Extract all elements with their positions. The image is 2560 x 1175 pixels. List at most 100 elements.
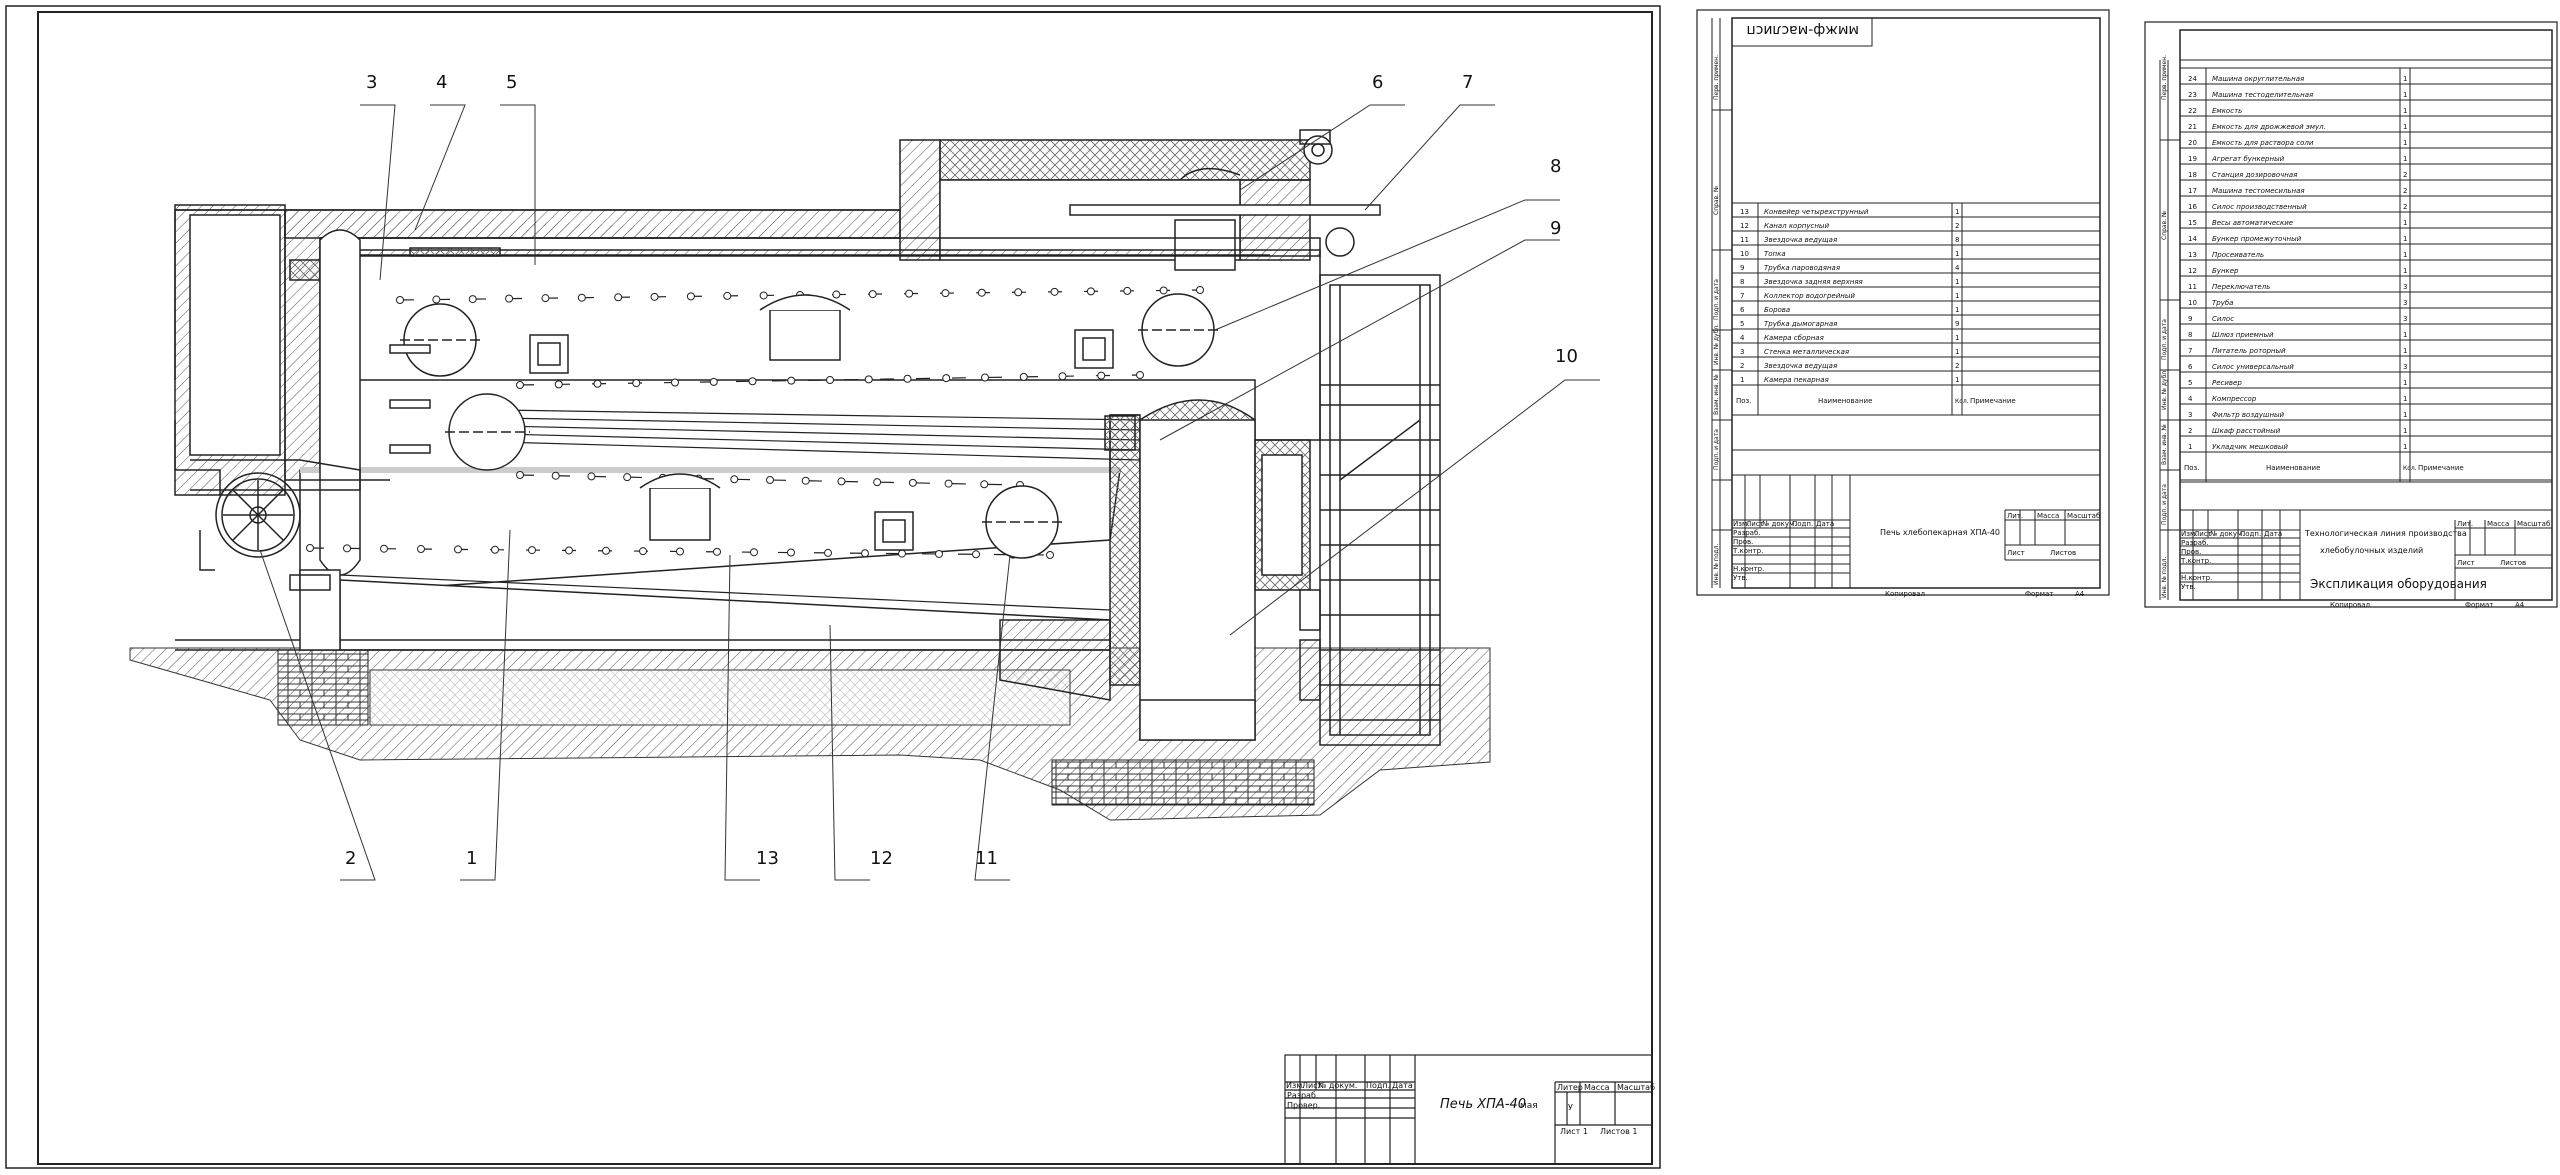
- chain-link: [516, 471, 524, 479]
- table-header-note: Примечание: [1970, 397, 2016, 405]
- table-cell-pos: 9: [1740, 264, 1744, 272]
- spec1-role-1: Разраб.: [1733, 529, 1761, 537]
- table-cell-name: Питатель роторный: [2212, 347, 2286, 355]
- chain-link: [832, 290, 841, 299]
- chain-link: [1123, 286, 1132, 295]
- table-cell-qty: 2: [2403, 203, 2407, 211]
- chain-link: [468, 295, 477, 304]
- table-cell-qty: 2: [2403, 187, 2407, 195]
- chain-link: [614, 293, 623, 302]
- table-cell-qty: 2: [1955, 362, 1959, 370]
- table-cell-pos: 16: [2188, 203, 2197, 211]
- chain-link: [1014, 288, 1023, 297]
- chain-link: [908, 478, 917, 487]
- chain-link: [528, 546, 536, 555]
- table-cell-pos: 2: [2188, 427, 2192, 435]
- table-cell-qty: 3: [2403, 299, 2407, 307]
- spec1-sheet: Лист: [2007, 549, 2025, 557]
- spec2-sheets: Листов: [2500, 559, 2526, 567]
- chain-link: [944, 479, 953, 488]
- chain-link: [491, 545, 499, 554]
- chain-link: [873, 478, 882, 487]
- chain-link: [1046, 551, 1054, 559]
- table-cell-name: Топка: [1764, 250, 1786, 258]
- table-cell-qty: 3: [2403, 315, 2407, 323]
- callout-2: 2: [345, 848, 356, 869]
- chain-link: [602, 546, 610, 555]
- chain-link: [343, 544, 351, 553]
- side-label: Взам. инв. №: [2161, 424, 2168, 465]
- spec1-scale: Масштаб: [2067, 512, 2100, 520]
- chain-link: [380, 544, 388, 553]
- table-cell-pos: 11: [2188, 283, 2197, 291]
- table-cell-pos: 11: [1740, 236, 1749, 244]
- callout-9: 9: [1550, 218, 1561, 239]
- table-cell-pos: 23: [2188, 91, 2197, 99]
- callout-5: 5: [506, 72, 517, 93]
- chain-link: [898, 549, 906, 558]
- main-sheet: 3 4 5 6 7 8 9 10 2 1 13 12 11 Изм. Лист …: [5, 5, 1661, 1169]
- chain-link: [1050, 287, 1059, 296]
- tb-header-date: Дата: [1392, 1081, 1413, 1090]
- side-label: Справ. №: [1713, 186, 1720, 215]
- chain-link: [723, 291, 732, 300]
- spec2-sheet: Лист: [2457, 559, 2475, 567]
- table-cell-name: Звездочка ведущая: [1764, 362, 1837, 370]
- chain-link: [1136, 371, 1144, 379]
- table-cell-pos: 9: [2188, 315, 2192, 323]
- table-cell-name: Компрессор: [2212, 395, 2257, 403]
- spec2-copied: Копировал: [2330, 601, 2370, 609]
- table-cell-qty: 1: [1955, 250, 1959, 258]
- spec1-format: Формат: [2025, 590, 2053, 598]
- table-cell-qty: 2: [2403, 171, 2407, 179]
- table-cell-name: Стенка металлическая: [1764, 348, 1849, 356]
- tb-scale: Масштаб: [1617, 1083, 1655, 1092]
- chain-link: [837, 477, 846, 486]
- tb-title: Печь ХПА-40: [1440, 1097, 1526, 1112]
- side-label: Справ. №: [2161, 211, 2168, 240]
- table-cell-name: Переключатель: [2212, 283, 2270, 291]
- chain-link: [766, 476, 774, 484]
- table-cell-pos: 20: [2188, 139, 2197, 147]
- table-cell-name: Шлюз приемный: [2212, 331, 2274, 339]
- chain-link: [577, 293, 586, 302]
- table-cell-pos: 6: [1740, 306, 1745, 314]
- table-cell-qty: 8: [1955, 236, 1959, 244]
- chain-link: [826, 376, 834, 384]
- table-cell-qty: 1: [1955, 348, 1959, 356]
- spec-sheet-1: ммжф-маслисп 13 Конвейер четырехструнный 1…: [1696, 9, 2110, 598]
- spec2-hdr-date: Дата: [2264, 530, 2282, 538]
- table-cell-pos: 3: [1740, 348, 1744, 356]
- tb-role-2: Провер.: [1287, 1101, 1320, 1110]
- main-sheet-outer-frame: [5, 5, 1661, 1169]
- table-cell-pos: 8: [2188, 331, 2192, 339]
- tb-header-sign: Подп.: [1366, 1081, 1390, 1090]
- table-cell-qty: 9: [1955, 320, 1959, 328]
- chain-link: [396, 296, 404, 304]
- chain-link: [516, 381, 524, 389]
- table-cell-name: Укладчик мешковый: [2212, 443, 2288, 451]
- table-cell-qty: 1: [2403, 267, 2407, 275]
- firebox: [1109, 414, 1141, 686]
- chain-link: [541, 294, 550, 303]
- table-cell-name: Камера сборная: [1764, 334, 1824, 342]
- chain-link: [417, 545, 425, 554]
- table-cell-qty: 1: [2403, 155, 2407, 163]
- table-cell-name: Машина тестоделительная: [2212, 91, 2313, 99]
- chain-link: [787, 548, 795, 557]
- chain-link: [1086, 287, 1095, 296]
- spec-sheet-2: 24 Машина округлительная 123 Машина тестоде…: [2144, 21, 2558, 609]
- table-cell-pos: 1: [2188, 443, 2192, 451]
- spec2-title-line2: хлебобулочных изделий: [2320, 546, 2423, 555]
- technical-drawing: 3 4 5 6 7 8 9 10 2 1 13 12 11 Изм. Лист …: [5, 5, 2558, 1169]
- tb-title-suffix: мая: [1520, 1101, 1538, 1111]
- chain-link: [632, 379, 641, 388]
- table-cell-qty: 1: [2403, 331, 2407, 339]
- chain-link: [306, 544, 314, 552]
- table-cell-name: Агрегат бункерный: [2211, 155, 2285, 163]
- table-cell-qty: 1: [2403, 411, 2407, 419]
- chain-link: [1196, 286, 1204, 294]
- table-cell-name: Звездочка задняя верхняя: [1764, 278, 1863, 286]
- spec1-copied: Копировал: [1885, 590, 1925, 598]
- spec1-mass: Масса: [2037, 512, 2059, 520]
